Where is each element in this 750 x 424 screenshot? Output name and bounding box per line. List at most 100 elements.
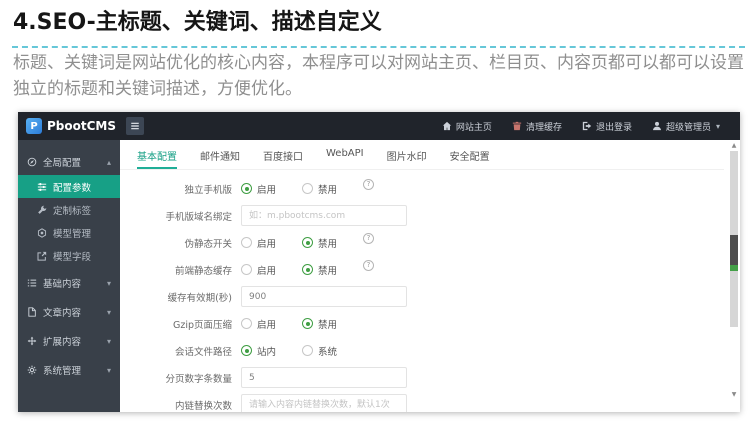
radio-icon bbox=[241, 318, 252, 329]
sidebar-item-compass[interactable]: 全局配置 ▴ bbox=[18, 149, 120, 175]
radio-icon bbox=[302, 345, 314, 356]
form-input-1[interactable] bbox=[241, 205, 407, 226]
tab-bar: 基本配置 邮件通知 百度接口 WebAPI 图片水印 安全配置 bbox=[120, 140, 724, 170]
tab-3[interactable]: WebAPI bbox=[326, 148, 364, 169]
nav-item-trash[interactable]: 清理缓存 bbox=[502, 120, 572, 133]
sidebar-item-label: 配置参数 bbox=[53, 182, 92, 194]
radio-option[interactable]: 系统 bbox=[302, 344, 337, 358]
radio-label: 禁用 bbox=[318, 265, 338, 277]
brand[interactable]: P PbootCMS bbox=[18, 118, 124, 134]
radio-option[interactable]: 启用 bbox=[241, 236, 276, 250]
scroll-down-arrow-icon[interactable]: ▼ bbox=[729, 392, 739, 398]
caret-icon: ▾ bbox=[106, 307, 111, 317]
gear-icon bbox=[27, 365, 37, 375]
field-label: 会话文件路径 bbox=[174, 346, 232, 358]
menu-icon bbox=[130, 121, 140, 131]
tab-1[interactable]: 邮件通知 bbox=[200, 148, 240, 169]
sidebar-item-label: 模型字段 bbox=[53, 251, 92, 263]
sidebar-item-sliders[interactable]: 配置参数 bbox=[18, 175, 120, 198]
sidebar-item-expand[interactable]: 扩展内容 ▾ bbox=[18, 328, 120, 354]
caret-icon: ▾ bbox=[106, 336, 111, 346]
radio-option[interactable]: 禁用 bbox=[302, 263, 337, 277]
scrollbar-thumb[interactable] bbox=[730, 235, 738, 271]
radio-icon bbox=[241, 183, 252, 194]
radio-option[interactable]: 禁用 bbox=[302, 236, 337, 250]
sidebar-item-nut[interactable]: 模型管理 bbox=[18, 221, 120, 244]
form-row: 分页数字条数量 bbox=[120, 364, 740, 391]
radio-label: 启用 bbox=[257, 319, 277, 331]
radio-icon bbox=[241, 345, 252, 356]
form-row: 内链替换次数 bbox=[120, 391, 740, 412]
sidebar-item-external[interactable]: 模型字段 bbox=[18, 244, 120, 267]
tab-0[interactable]: 基本配置 bbox=[137, 148, 177, 169]
pbootcms-logo-icon: P bbox=[26, 118, 42, 134]
external-icon bbox=[37, 251, 47, 261]
sliders-icon bbox=[37, 182, 47, 192]
tab-5[interactable]: 安全配置 bbox=[450, 148, 490, 169]
page-description: 标题、关键词是网站优化的核心内容，本程序可以对网站主页、栏目页、内容页都可以都可… bbox=[13, 53, 744, 99]
radio-option[interactable]: 站内 bbox=[241, 344, 276, 358]
sidebar-item-label: 模型管理 bbox=[53, 228, 92, 240]
field-label: 缓存有效期(秒) bbox=[167, 292, 232, 304]
help-icon[interactable]: ? bbox=[363, 179, 375, 190]
radio-option[interactable]: 启用 bbox=[241, 263, 276, 277]
sidebar-item-file[interactable]: 文章内容 ▾ bbox=[18, 299, 120, 325]
sidebar-item-label: 文章内容 bbox=[43, 308, 82, 319]
form-input-4[interactable] bbox=[241, 286, 407, 307]
sidebar-item-label: 扩展内容 bbox=[43, 337, 82, 348]
nav-item-label: 退出登录 bbox=[595, 122, 632, 133]
sidebar: 全局配置 ▴ 配置参数 定制标签 模型管理 模型字段 基础内容 ▾ 文章内容 ▾… bbox=[18, 140, 120, 412]
caret-down-icon: ▾ bbox=[715, 121, 720, 131]
menu-toggle-button[interactable] bbox=[126, 117, 144, 135]
tab-4[interactable]: 图片水印 bbox=[387, 148, 427, 169]
nav-item-home[interactable]: 网站主页 bbox=[432, 120, 502, 133]
radio-label: 启用 bbox=[257, 184, 277, 196]
radio-option[interactable]: 禁用 bbox=[302, 317, 337, 331]
form-row: 伪静态开关 启用 禁用 ? bbox=[120, 229, 740, 256]
admin-panel: P PbootCMS 网站主页 清理缓存 退出登录 超级管理员 ▾ 全局配置 ▴… bbox=[18, 112, 740, 412]
scrollbar[interactable]: ▲ ▼ bbox=[729, 142, 739, 410]
scrollbar-track[interactable] bbox=[730, 151, 738, 327]
sidebar-item-list[interactable]: 基础内容 ▾ bbox=[18, 270, 120, 296]
radio-label: 禁用 bbox=[318, 319, 338, 331]
field-label: 分页数字条数量 bbox=[165, 373, 232, 385]
content-area: 基本配置 邮件通知 百度接口 WebAPI 图片水印 安全配置 独立手机版 启用… bbox=[120, 140, 740, 412]
help-icon[interactable]: ? bbox=[363, 233, 375, 244]
nav-item-label: 网站主页 bbox=[455, 122, 492, 133]
help-icon[interactable]: ? bbox=[363, 260, 375, 271]
file-icon bbox=[27, 307, 37, 317]
radio-option[interactable]: 启用 bbox=[241, 317, 276, 331]
sidebar-item-label: 基础内容 bbox=[43, 279, 82, 290]
radio-label: 系统 bbox=[318, 346, 338, 358]
caret-icon: ▾ bbox=[106, 365, 111, 375]
sidebar-item-label: 系统管理 bbox=[43, 366, 82, 377]
field-label: Gzip页面压缩 bbox=[172, 319, 232, 331]
tab-2[interactable]: 百度接口 bbox=[263, 148, 303, 169]
field-label: 手机版域名绑定 bbox=[165, 211, 232, 223]
nav-item-user[interactable]: 超级管理员 ▾ bbox=[642, 120, 730, 133]
caret-icon: ▾ bbox=[106, 278, 111, 288]
form-input-8[interactable] bbox=[241, 394, 407, 412]
radio-option[interactable]: 禁用 bbox=[302, 182, 337, 196]
signout-icon bbox=[582, 121, 592, 131]
form-row: 会话文件路径 站内 系统 bbox=[120, 337, 740, 364]
scroll-up-arrow-icon[interactable]: ▲ bbox=[729, 143, 739, 149]
nav-item-signout[interactable]: 退出登录 bbox=[572, 120, 642, 133]
form-row: 独立手机版 启用 禁用 ? bbox=[120, 175, 740, 202]
caret-icon: ▴ bbox=[106, 157, 111, 167]
form-input-7[interactable] bbox=[241, 367, 407, 388]
radio-label: 启用 bbox=[257, 265, 277, 277]
field-label: 内链替换次数 bbox=[174, 400, 232, 412]
nav-item-label: 清理缓存 bbox=[525, 122, 562, 133]
list-icon bbox=[27, 278, 37, 288]
sidebar-item-label: 全局配置 bbox=[43, 158, 82, 169]
radio-option[interactable]: 启用 bbox=[241, 182, 276, 196]
sidebar-item-gear[interactable]: 系统管理 ▾ bbox=[18, 357, 120, 383]
radio-icon bbox=[302, 318, 314, 329]
admin-navbar: P PbootCMS 网站主页 清理缓存 退出登录 超级管理员 ▾ bbox=[18, 112, 740, 140]
compass-icon bbox=[27, 157, 37, 167]
nav-item-label: 超级管理员 bbox=[665, 122, 711, 133]
radio-label: 站内 bbox=[257, 346, 277, 358]
radio-label: 禁用 bbox=[318, 238, 338, 250]
sidebar-item-wrench[interactable]: 定制标签 bbox=[18, 198, 120, 221]
